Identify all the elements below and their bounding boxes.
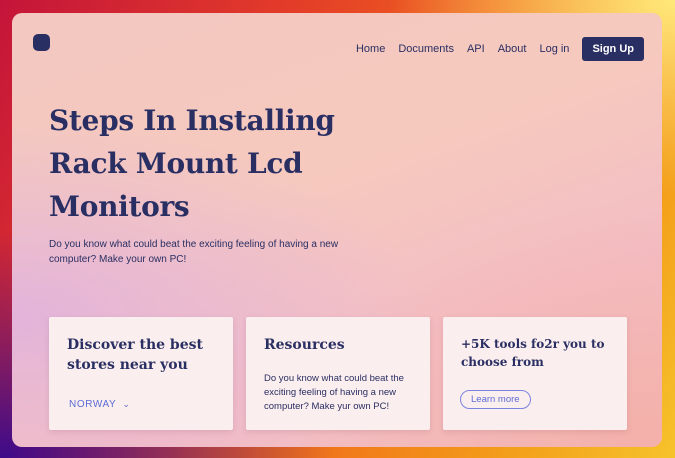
top-nav: Home Documents API About Log in Sign Up bbox=[343, 37, 644, 61]
chevron-down-icon: ⌄ bbox=[122, 399, 131, 409]
learn-more-button[interactable]: Learn more bbox=[460, 390, 531, 409]
nav-about[interactable]: About bbox=[498, 43, 527, 55]
hero-title: Steps In Installing Rack Mount Lcd Monit… bbox=[49, 104, 335, 223]
nav-documents[interactable]: Documents bbox=[398, 43, 454, 55]
page-frame: Home Documents API About Log in Sign Up … bbox=[12, 13, 662, 447]
hero-subtitle: Do you know what could beat the exciting… bbox=[49, 239, 339, 265]
card-resources: Resources Do you know what could beat th… bbox=[246, 317, 430, 430]
country-dropdown[interactable]: NORWAY ⌄ bbox=[69, 399, 130, 410]
nav-api[interactable]: API bbox=[467, 43, 485, 55]
dropdown-value: NORWAY bbox=[69, 399, 117, 410]
card-text: Do you know what could beat the exciting… bbox=[264, 373, 404, 412]
nav-home[interactable]: Home bbox=[356, 43, 385, 55]
logo[interactable] bbox=[33, 34, 50, 51]
card-title: +5K tools fo2r you to choose from bbox=[461, 337, 605, 369]
card-stores: Discover the best stores near you NORWAY… bbox=[49, 317, 233, 430]
card-tools: +5K tools fo2r you to choose from Learn … bbox=[443, 317, 627, 430]
card-title: Discover the best stores near you bbox=[67, 337, 203, 373]
signup-button[interactable]: Sign Up bbox=[582, 37, 644, 61]
nav-login[interactable]: Log in bbox=[539, 43, 569, 55]
card-title: Resources bbox=[264, 337, 345, 353]
